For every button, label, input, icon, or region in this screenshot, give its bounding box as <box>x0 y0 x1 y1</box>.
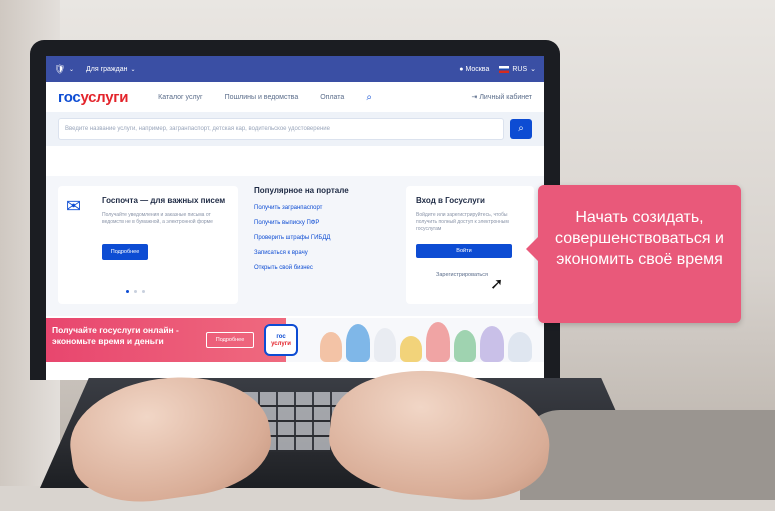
callout-bubble: Начать созидать, совершенствоваться и эк… <box>526 185 741 323</box>
login-button[interactable]: Войти <box>416 244 512 258</box>
envelope-icon: ✉ <box>66 196 82 216</box>
badge-part2: услуги <box>271 341 291 347</box>
person-figure <box>508 332 532 362</box>
nav-payment[interactable]: Оплата <box>320 94 344 101</box>
popular-link[interactable]: Записаться к врачу <box>254 250 394 256</box>
logo-part1: гос <box>58 88 81 106</box>
person-figure <box>454 330 476 362</box>
nav-fees-agencies[interactable]: Пошлины и ведомства <box>225 94 299 101</box>
register-link[interactable]: Зарегистрироваться <box>436 272 488 278</box>
coat-of-arms-icon: 🛡 <box>54 63 66 74</box>
search-icon: ⌕ <box>518 123 524 134</box>
popular-section: Популярное на портале Получить загранпас… <box>254 186 394 280</box>
carousel-dot[interactable] <box>134 290 137 293</box>
carousel-dots[interactable] <box>126 290 145 293</box>
gospochta-card: ✉ Госпочта — для важных писем Получайте … <box>58 186 238 304</box>
card-description: Получайте уведомления и заказные письма … <box>102 212 213 225</box>
location-selector[interactable]: ● Москва <box>459 66 489 73</box>
promo-banner: Получайте госуслуги онлайн - экономьте в… <box>46 318 544 362</box>
popular-link[interactable]: Открыть свой бизнес <box>254 265 394 271</box>
top-bar: 🛡 ⌄ Для граждан ⌄ ● Москва RUS ⌄ <box>46 56 544 82</box>
sleeve <box>520 410 775 500</box>
person-figure <box>320 332 342 362</box>
person-figure <box>400 336 422 362</box>
audience-menu[interactable]: Для граждан <box>86 66 127 73</box>
gosuslugi-logo[interactable]: госуслуги <box>58 89 128 106</box>
callout-pointer <box>526 237 538 261</box>
language-selector[interactable]: RUS ⌄ <box>499 65 536 73</box>
gosuslugi-badge-icon: гос услуги <box>264 324 298 356</box>
main-content: ✉ Госпочта — для важных писем Получайте … <box>46 176 544 316</box>
person-figure <box>480 326 504 362</box>
mouse-cursor-icon: ➚ <box>490 276 504 293</box>
login-card: Вход в Госуслуги Войдите или зарегистрир… <box>406 186 534 304</box>
logo-part2: услуги <box>80 88 129 106</box>
carousel-dot[interactable] <box>126 290 129 293</box>
banner-red-area: Получайте госуслуги онлайн - экономьте в… <box>46 318 286 362</box>
nav-catalog[interactable]: Каталог услуг <box>158 94 202 101</box>
people-illustration <box>316 320 540 362</box>
flag-icon <box>499 65 510 73</box>
cabinet-label: Личный кабинет <box>479 94 532 101</box>
chevron-down-icon: ⌄ <box>530 66 536 73</box>
banner-more-button[interactable]: Подробнее <box>206 332 254 348</box>
popular-link[interactable]: Получить загранпаспорт <box>254 205 394 211</box>
site-header: госуслуги Каталог услуг Пошлины и ведомс… <box>46 82 544 112</box>
badge-part1: гос <box>276 334 286 340</box>
chevron-down-icon[interactable]: ⌄ <box>130 66 135 73</box>
search-row: Введите название услуги, например, загра… <box>46 112 544 146</box>
search-icon[interactable]: ⌕ <box>366 92 372 103</box>
banner-text: Получайте госуслуги онлайн - экономьте в… <box>52 325 179 346</box>
search-button[interactable]: ⌕ <box>510 119 532 139</box>
person-figure <box>426 322 450 362</box>
popular-link[interactable]: Проверить штрафы ГИБДД <box>254 235 394 241</box>
more-button[interactable]: Подробнее <box>102 244 148 260</box>
popular-link[interactable]: Получить выписку ПФР <box>254 220 394 226</box>
personal-account-link[interactable]: ⇥ Личный кабинет <box>472 93 532 101</box>
laptop-screen: 🛡 ⌄ Для граждан ⌄ ● Москва RUS ⌄ госуслу… <box>46 56 544 380</box>
location-label: Москва <box>465 65 490 73</box>
popular-title: Популярное на портале <box>254 186 349 195</box>
login-description: Войдите или зарегистрируйтесь, чтобы пол… <box>416 212 509 232</box>
person-figure <box>374 328 396 362</box>
login-title: Вход в Госуслуги <box>416 196 485 205</box>
card-title: Госпочта — для важных писем <box>102 196 226 205</box>
language-label: RUS <box>512 65 528 73</box>
person-figure <box>346 324 370 362</box>
chevron-down-icon[interactable]: ⌄ <box>69 66 74 73</box>
search-input[interactable]: Введите название услуги, например, загра… <box>58 118 504 140</box>
carousel-dot[interactable] <box>142 290 145 293</box>
callout-text: Начать созидать, совершенствоваться и эк… <box>555 209 724 268</box>
